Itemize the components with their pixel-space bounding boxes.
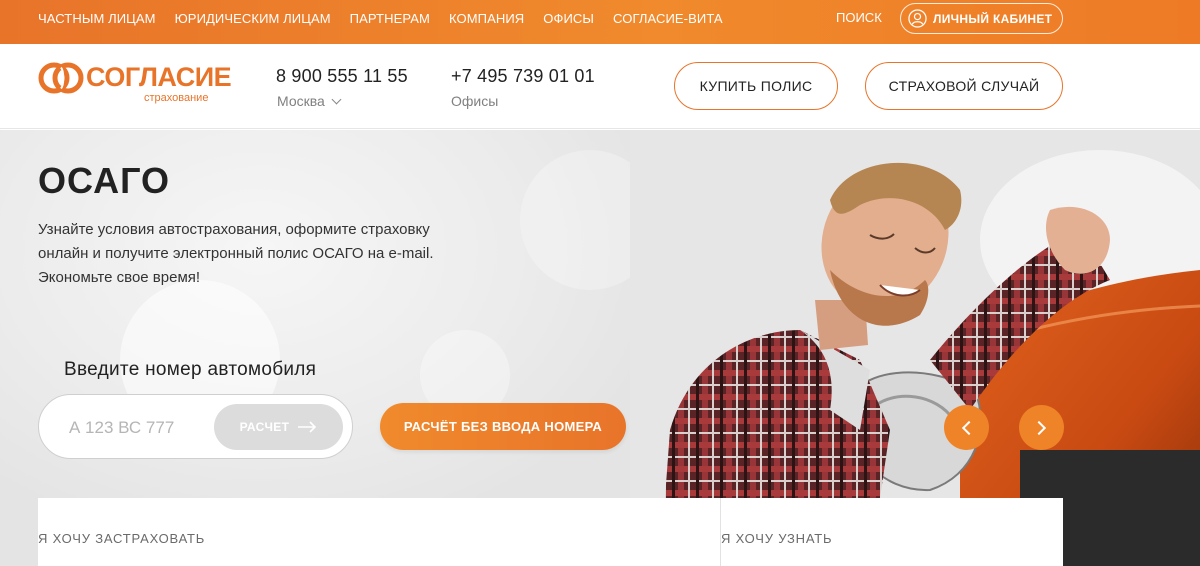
- slider-prev-button[interactable]: [944, 405, 989, 450]
- phone-mobile[interactable]: 8 900 555 11 55: [276, 66, 408, 87]
- hero-description: Узнайте условия автострахования, оформит…: [38, 221, 434, 286]
- chevron-down-icon: [331, 94, 342, 105]
- slider-next-button[interactable]: [1019, 405, 1064, 450]
- topnav-item-private[interactable]: ЧАСТНЫМ ЛИЦАМ: [38, 11, 156, 26]
- logo-subtitle: страхование: [144, 92, 209, 104]
- user-icon: [908, 9, 927, 28]
- topnav-item-offices[interactable]: ОФИСЫ: [543, 11, 594, 26]
- phone-landline[interactable]: +7 495 739 01 01: [451, 66, 595, 87]
- personal-cabinet-label: ЛИЧНЫЙ КАБИНЕТ: [933, 11, 1053, 26]
- tab-insure[interactable]: Я ХОЧУ ЗАСТРАХОВАТЬ: [38, 531, 205, 546]
- offices-link[interactable]: Офисы: [451, 93, 498, 109]
- chevron-left-icon: [961, 420, 977, 435]
- city-selector[interactable]: Москва: [277, 93, 342, 109]
- topnav-item-company[interactable]: КОМПАНИЯ: [449, 11, 524, 26]
- topnav-item-vita[interactable]: СОГЛАСИЕ-ВИТА: [613, 11, 723, 26]
- tab-learn[interactable]: Я ХОЧУ УЗНАТЬ: [721, 531, 832, 546]
- calculate-without-number-button[interactable]: РАСЧЁТ БЕЗ ВВОДА НОМЕРА: [380, 403, 626, 450]
- logo[interactable]: СОГЛАСИЕ страхование: [38, 60, 232, 110]
- logo-name: СОГЛАСИЕ: [86, 62, 232, 92]
- plate-number-input[interactable]: [69, 416, 209, 440]
- topnav-item-partners[interactable]: ПАРТНЕРАМ: [350, 11, 430, 26]
- page-title: ОСАГО: [38, 160, 171, 201]
- insurance-claim-button[interactable]: СТРАХОВОЙ СЛУЧАЙ: [865, 62, 1063, 110]
- logo-rings-icon: [38, 62, 84, 94]
- header: СОГЛАСИЕ страхование 8 900 555 11 55 Мос…: [0, 44, 1200, 129]
- plate-label: Введите номер автомобиля: [64, 359, 317, 380]
- plate-form: РАСЧЕТ: [38, 394, 353, 459]
- topnav-item-legal[interactable]: ЮРИДИЧЕСКИМ ЛИЦАМ: [175, 11, 331, 26]
- chevron-right-icon: [1031, 420, 1047, 435]
- search-link[interactable]: ПОИСК: [836, 10, 882, 25]
- city-label: Москва: [277, 93, 325, 109]
- calculate-button[interactable]: РАСЧЕТ: [214, 404, 343, 450]
- arrow-right-icon: [298, 421, 317, 433]
- calculate-label: РАСЧЕТ: [239, 420, 290, 434]
- top-bar: ЧАСТНЫМ ЛИЦАМ ЮРИДИЧЕСКИМ ЛИЦАМ ПАРТНЕРА…: [0, 0, 1200, 44]
- buy-policy-button[interactable]: КУПИТЬ ПОЛИС: [674, 62, 838, 110]
- personal-cabinet-button[interactable]: ЛИЧНЫЙ КАБИНЕТ: [900, 3, 1063, 34]
- top-nav: ЧАСТНЫМ ЛИЦАМ ЮРИДИЧЕСКИМ ЛИЦАМ ПАРТНЕРА…: [38, 0, 742, 36]
